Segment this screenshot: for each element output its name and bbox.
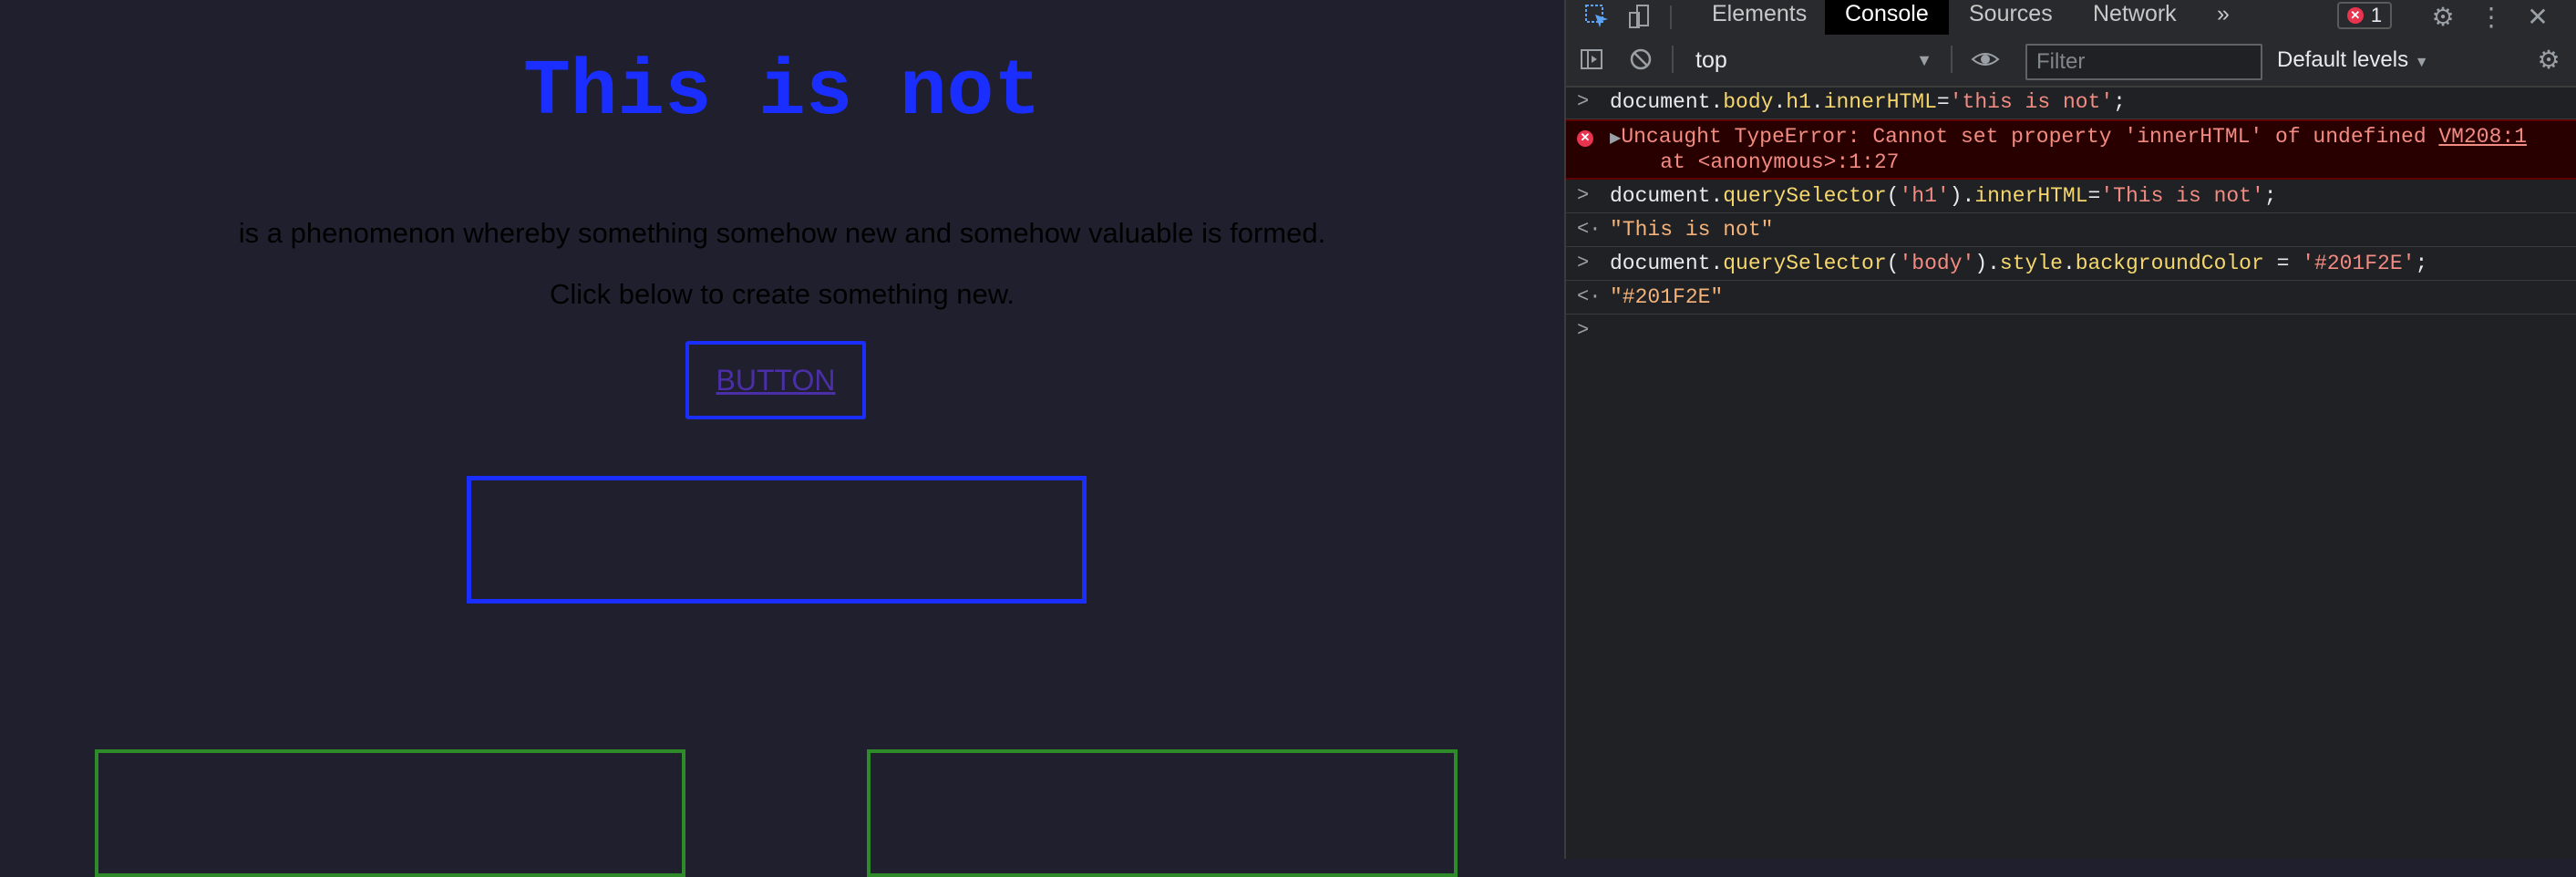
close-icon[interactable]: ✕ (2521, 0, 2554, 33)
more-tabs-button[interactable]: » (2197, 0, 2250, 35)
context-label: top (1695, 47, 1727, 73)
settings-gear-icon[interactable]: ⚙ (2427, 0, 2459, 33)
clear-console-icon[interactable] (1624, 42, 1657, 77)
console-error: ✕ ▶Uncaught TypeError: Cannot set propert… (1566, 119, 2576, 180)
tab-elements[interactable]: Elements (1692, 0, 1827, 35)
device-toolbar-icon[interactable] (1623, 0, 1655, 33)
error-source-link[interactable]: VM208:1 (2438, 125, 2527, 149)
right-green-box (867, 749, 1458, 877)
output-chevron-icon: <· (1577, 218, 1602, 241)
page-heading: This is not (523, 47, 1041, 137)
toolbar-divider-2 (1951, 46, 1953, 73)
expand-triangle-icon[interactable]: ▶ (1610, 130, 1621, 147)
console-input-3: > document.querySelector('body').style.ba… (1566, 247, 2576, 281)
log-levels-dropdown[interactable]: Default levels ▼ (2277, 46, 2429, 75)
instruction-text: Click below to create something new. (549, 278, 1015, 310)
dropdown-arrow-icon: ▼ (1916, 51, 1932, 69)
input-chevron-icon: > (1577, 90, 1590, 113)
input-chevron-icon: > (1577, 184, 1590, 207)
tabbar-divider (1670, 5, 1672, 29)
web-page: This is not is a phenomenon whereby some… (0, 0, 1564, 877)
prompt-chevron-icon: > (1577, 319, 1590, 342)
create-button[interactable]: BUTTON (685, 341, 866, 419)
error-icon: ✕ (2346, 7, 2364, 24)
left-green-box (95, 749, 685, 877)
levels-arrow-icon: ▼ (2414, 55, 2429, 70)
context-selector[interactable]: top ▼ (1685, 46, 1940, 75)
toolbar-divider (1672, 46, 1674, 73)
tab-console[interactable]: Console (1825, 0, 1949, 35)
console-output: > document.body.h1.innerHTML='this is not… (1566, 86, 2576, 342)
output-box (467, 476, 1087, 604)
console-output-2: <· "This is not" (1566, 213, 2576, 247)
console-output-3: <· "#201F2E" (1566, 281, 2576, 315)
error-circle-icon: ✕ (1577, 125, 1593, 149)
live-expression-eye-icon[interactable] (1965, 42, 2005, 77)
tab-network[interactable]: Network (2073, 0, 2197, 35)
devtools-tabbar: Elements Console Sources Network » ✕ 1 ⚙… (1566, 0, 2576, 36)
tab-sources[interactable]: Sources (1949, 0, 2073, 35)
create-button-link[interactable]: BUTTON (716, 364, 836, 397)
error-message: Uncaught TypeError: Cannot set property … (1621, 125, 2427, 149)
error-stack: at <anonymous>:1:27 (1610, 150, 1900, 174)
console-settings-gear-icon[interactable]: ⚙ (2532, 42, 2565, 77)
show-sidebar-icon[interactable] (1575, 42, 1608, 77)
error-count-badge[interactable]: ✕ 1 (2337, 2, 2392, 29)
console-input-1: > document.body.h1.innerHTML='this is not… (1566, 86, 2576, 119)
more-options-icon[interactable]: ⋮ (2478, 0, 2505, 33)
error-count: 1 (2370, 4, 2383, 26)
console-toolbar: top ▼ Default levels ▼ ⚙ (1566, 35, 2576, 88)
console-input-2: > document.querySelector('h1').innerHTML=… (1566, 180, 2576, 213)
input-chevron-icon: > (1577, 252, 1590, 274)
log-levels-label: Default levels (2277, 47, 2409, 72)
filter-input[interactable] (2025, 44, 2262, 80)
inspect-element-icon[interactable] (1581, 0, 1613, 33)
output-chevron-icon: <· (1577, 285, 1602, 308)
description-text: is a phenomenon whereby something someho… (238, 217, 1326, 249)
devtools-panel: Elements Console Sources Network » ✕ 1 ⚙… (1564, 0, 2576, 859)
